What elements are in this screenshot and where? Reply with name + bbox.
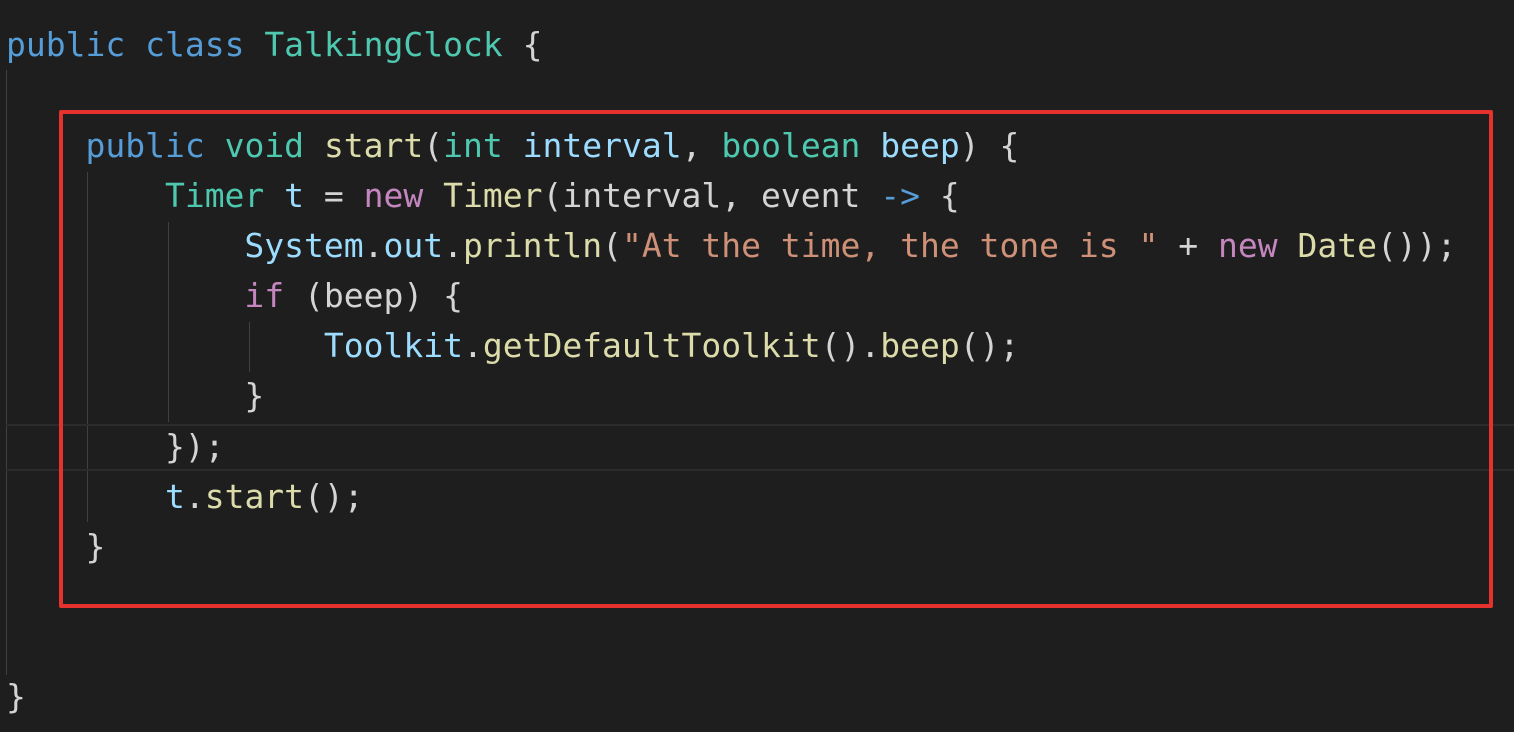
code-token: TalkingClock — [264, 25, 503, 64]
code-line[interactable]: public class TalkingClock { — [6, 20, 542, 70]
code-token: } — [6, 677, 26, 716]
code-token: class — [145, 25, 245, 64]
code-line[interactable]: } — [6, 672, 26, 722]
highlight-rectangle — [59, 110, 1493, 608]
code-token: { — [502, 25, 543, 64]
code-editor[interactable]: public class TalkingClock { public void … — [0, 0, 1514, 732]
code-token: public — [6, 25, 126, 64]
